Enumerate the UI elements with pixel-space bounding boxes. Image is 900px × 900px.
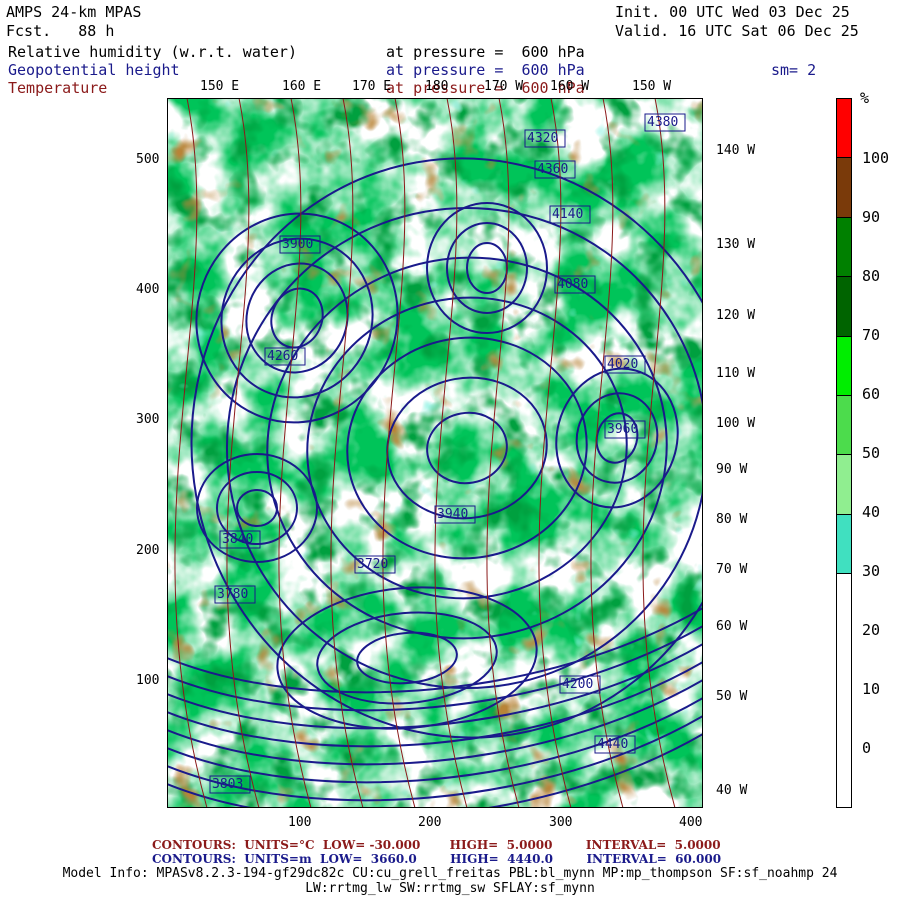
lon-label-top: 170 W: [484, 79, 524, 94]
height-label: 3940: [437, 507, 468, 522]
colorbar-segment: [836, 276, 852, 336]
height-label: 3840: [222, 532, 253, 547]
lon-label-right: 130 W: [716, 237, 756, 252]
lon-label-right: 70 W: [716, 562, 748, 577]
init-time: Init. 00 UTC Wed 03 Dec 25: [615, 3, 850, 21]
height-label: 4020: [607, 357, 638, 372]
x-tick: 200: [418, 815, 442, 830]
lon-label-right: 90 W: [716, 462, 748, 477]
colorbar-label: 100: [862, 149, 890, 167]
colorbar-label: 20: [862, 621, 881, 639]
height-contour-info: CONTOURS: UNITS=m LOW= 3660.0 HIGH= 4440…: [152, 852, 722, 866]
colorbar-segment: [836, 454, 852, 514]
rh-map-plot: 4380 4320 4360 4140 4080 4260 4020 3960 3900 3840…: [167, 98, 703, 808]
model-title: AMPS 24-km MPAS: [6, 3, 142, 21]
field-rh-level: at pressure = 600 hPa: [386, 43, 585, 61]
field-rh-name: Relative humidity (w.r.t. water): [8, 43, 297, 61]
colorbar-segment: [836, 395, 852, 455]
colorbar-label: 10: [862, 680, 881, 698]
rh-field-near-saturated: [167, 98, 703, 808]
smoothing-label: sm= 2: [771, 61, 817, 79]
colorbar-label: 40: [862, 503, 881, 521]
y-tick: 200: [136, 543, 160, 558]
height-label: 4360: [537, 162, 568, 177]
lon-label-right: 40 W: [716, 783, 748, 798]
model-info-line-2: LW:rrtmg_lw SW:rrtmg_sw SFLAY:sf_mynn: [305, 881, 595, 896]
lon-label-top: 180: [425, 79, 449, 94]
lon-label-top: 170 E: [352, 79, 392, 94]
colorbar-label: 30: [862, 562, 881, 580]
colorbar-segment: [836, 216, 852, 277]
x-tick: 400: [679, 815, 703, 830]
lon-label-top: 150 W: [632, 79, 672, 94]
lon-label-right: 50 W: [716, 689, 748, 704]
colorbar-label: 50: [862, 444, 881, 462]
colorbar-segment: [836, 335, 852, 396]
colorbar-segment: [836, 573, 852, 808]
lon-label-right: 100 W: [716, 416, 756, 431]
lon-label-right: 60 W: [716, 619, 748, 634]
field-height-name: Geopotential height: [8, 61, 180, 79]
colorbar-label: 80: [862, 267, 881, 285]
colorbar-segment: [836, 513, 852, 574]
colorbar-label: 0: [862, 739, 872, 757]
lon-label-right: 140 W: [716, 143, 756, 158]
height-label: 4380: [647, 115, 678, 130]
y-tick: 300: [136, 412, 160, 427]
colorbar-segment: [836, 157, 852, 217]
model-info-line-1: Model Info: MPASv8.2.3-194-gf29dc82c CU:…: [62, 866, 838, 881]
forecast-hour: Fcst. 88 h: [6, 22, 115, 40]
field-temp-name: Temperature: [8, 79, 108, 97]
height-label: 4440: [597, 737, 628, 752]
height-label: 3720: [357, 557, 388, 572]
field-height-level: at pressure = 600 hPa: [386, 61, 585, 79]
height-label: 4200: [562, 677, 593, 692]
lon-label-right: 110 W: [716, 366, 756, 381]
lon-label-top: 150 E: [200, 79, 240, 94]
valid-time: Valid. 16 UTC Sat 06 Dec 25: [615, 22, 859, 40]
height-label: 4260: [267, 349, 298, 364]
colorbar-unit: %: [860, 89, 870, 107]
height-label: 3780: [217, 587, 248, 602]
x-tick: 300: [549, 815, 573, 830]
lon-label-right: 120 W: [716, 308, 756, 323]
y-tick: 400: [136, 282, 160, 297]
height-label: 3960: [607, 422, 638, 437]
temp-contour-info: CONTOURS: UNITS=°C LOW= -30.000 HIGH= 5.…: [152, 838, 721, 852]
colorbar-label: 60: [862, 385, 881, 403]
height-label: 3803: [212, 777, 243, 792]
colorbar-segment: [836, 98, 852, 158]
x-tick: 100: [288, 815, 312, 830]
y-tick: 100: [136, 673, 160, 688]
height-label: 4080: [557, 277, 588, 292]
height-label: 3900: [282, 237, 313, 252]
lon-label-top: 160 E: [282, 79, 322, 94]
lon-label-right: 80 W: [716, 512, 748, 527]
height-label: 4320: [527, 131, 558, 146]
height-label: 4140: [552, 207, 583, 222]
colorbar-label: 90: [862, 208, 881, 226]
y-tick: 500: [136, 152, 160, 167]
colorbar-label: 70: [862, 326, 881, 344]
rh-colorbar: [836, 98, 852, 808]
lon-label-top: 160 W: [550, 79, 590, 94]
